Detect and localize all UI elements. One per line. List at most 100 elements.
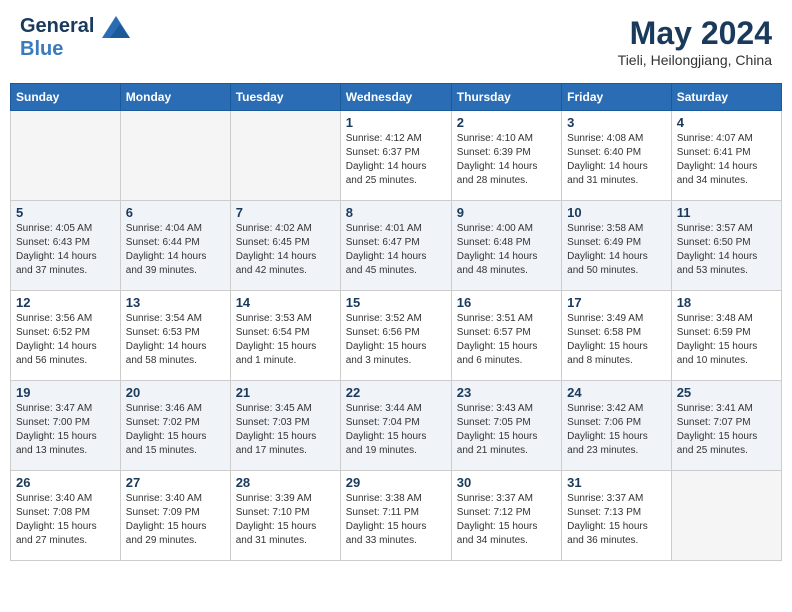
day-number: 10: [567, 205, 666, 220]
day-info: Sunrise: 3:57 AMSunset: 6:50 PMDaylight:…: [677, 222, 776, 278]
day-number: 23: [457, 385, 556, 400]
calendar-week-2: 5Sunrise: 4:05 AMSunset: 6:43 PMDaylight…: [11, 201, 782, 291]
calendar-cell: 4Sunrise: 4:07 AMSunset: 6:41 PMDaylight…: [671, 111, 781, 201]
weekday-header-saturday: Saturday: [671, 84, 781, 111]
day-number: 7: [236, 205, 335, 220]
day-info: Sunrise: 3:51 AMSunset: 6:57 PMDaylight:…: [457, 312, 556, 368]
day-info: Sunrise: 3:52 AMSunset: 6:56 PMDaylight:…: [346, 312, 446, 368]
day-info: Sunrise: 3:41 AMSunset: 7:07 PMDaylight:…: [677, 402, 776, 458]
day-info: Sunrise: 3:40 AMSunset: 7:08 PMDaylight:…: [16, 492, 115, 548]
weekday-header-monday: Monday: [120, 84, 230, 111]
day-info: Sunrise: 3:37 AMSunset: 7:13 PMDaylight:…: [567, 492, 666, 548]
calendar-cell: 6Sunrise: 4:04 AMSunset: 6:44 PMDaylight…: [120, 201, 230, 291]
day-info: Sunrise: 4:10 AMSunset: 6:39 PMDaylight:…: [457, 132, 556, 188]
calendar-cell: 16 Sunrise: 3:51 AMSunset: 6:57 PMDayligh…: [451, 291, 561, 381]
calendar-cell: 11 Sunrise: 3:57 AMSunset: 6:50 PMDayligh…: [671, 201, 781, 291]
day-number: 20: [126, 385, 225, 400]
day-info: Sunrise: 3:42 AMSunset: 7:06 PMDaylight:…: [567, 402, 666, 458]
calendar-week-4: 19 Sunrise: 3:47 AMSunset: 7:00 PMDayligh…: [11, 381, 782, 471]
calendar-cell: 28Sunrise: 3:39 AMSunset: 7:10 PMDayligh…: [230, 471, 340, 561]
calendar-week-1: 1 Sunrise: 4:12 AMSunset: 6:37 PMDaylight…: [11, 111, 782, 201]
logo-blue: Blue: [20, 38, 130, 60]
day-info: Sunrise: 3:44 AMSunset: 7:04 PMDaylight:…: [346, 402, 446, 458]
calendar-cell: 21Sunrise: 3:45 AMSunset: 7:03 PMDayligh…: [230, 381, 340, 471]
day-number: 29: [346, 475, 446, 490]
calendar-cell: 24 Sunrise: 3:42 AMSunset: 7:06 PMDayligh…: [562, 381, 672, 471]
day-number: 12: [16, 295, 115, 310]
day-number: 31: [567, 475, 666, 490]
day-number: 30: [457, 475, 556, 490]
day-number: 19: [16, 385, 115, 400]
day-number: 17: [567, 295, 666, 310]
day-info: Sunrise: 4:07 AMSunset: 6:41 PMDaylight:…: [677, 132, 776, 188]
day-number: 14: [236, 295, 335, 310]
day-info: Sunrise: 3:39 AMSunset: 7:10 PMDaylight:…: [236, 492, 335, 548]
weekday-header-wednesday: Wednesday: [340, 84, 451, 111]
calendar-cell: 27Sunrise: 3:40 AMSunset: 7:09 PMDayligh…: [120, 471, 230, 561]
day-info: Sunrise: 4:00 AMSunset: 6:48 PMDaylight:…: [457, 222, 556, 278]
day-number: 16: [457, 295, 556, 310]
page-header: General Blue May 2024 Tieli, Heilongjian…: [10, 10, 782, 73]
calendar-cell: [11, 111, 121, 201]
logo-icon: [102, 16, 130, 38]
day-number: 2: [457, 115, 556, 130]
calendar-cell: 26 Sunrise: 3:40 AMSunset: 7:08 PMDayligh…: [11, 471, 121, 561]
calendar-week-5: 26 Sunrise: 3:40 AMSunset: 7:08 PMDayligh…: [11, 471, 782, 561]
day-number: 24: [567, 385, 666, 400]
calendar-cell: 22 Sunrise: 3:44 AMSunset: 7:04 PMDayligh…: [340, 381, 451, 471]
title-section: May 2024 Tieli, Heilongjiang, China: [618, 15, 772, 68]
weekday-header-sunday: Sunday: [11, 84, 121, 111]
calendar-cell: 14 Sunrise: 3:53 AMSunset: 6:54 PMDayligh…: [230, 291, 340, 381]
day-info: Sunrise: 3:49 AMSunset: 6:58 PMDaylight:…: [567, 312, 666, 368]
day-number: 18: [677, 295, 776, 310]
calendar-cell: 5Sunrise: 4:05 AMSunset: 6:43 PMDaylight…: [11, 201, 121, 291]
calendar-cell: 30 Sunrise: 3:37 AMSunset: 7:12 PMDayligh…: [451, 471, 561, 561]
calendar-cell: [671, 471, 781, 561]
weekday-header-row: SundayMondayTuesdayWednesdayThursdayFrid…: [11, 84, 782, 111]
day-info: Sunrise: 3:47 AMSunset: 7:00 PMDaylight:…: [16, 402, 115, 458]
weekday-header-friday: Friday: [562, 84, 672, 111]
calendar-cell: 12 Sunrise: 3:56 AMSunset: 6:52 PMDayligh…: [11, 291, 121, 381]
calendar-week-3: 12 Sunrise: 3:56 AMSunset: 6:52 PMDayligh…: [11, 291, 782, 381]
month-title: May 2024: [618, 15, 772, 52]
calendar-cell: 13Sunrise: 3:54 AMSunset: 6:53 PMDayligh…: [120, 291, 230, 381]
day-info: Sunrise: 4:02 AMSunset: 6:45 PMDaylight:…: [236, 222, 335, 278]
calendar-cell: 2 Sunrise: 4:10 AMSunset: 6:39 PMDaylight…: [451, 111, 561, 201]
day-number: 27: [126, 475, 225, 490]
day-info: Sunrise: 4:01 AMSunset: 6:47 PMDaylight:…: [346, 222, 446, 278]
day-info: Sunrise: 3:38 AMSunset: 7:11 PMDaylight:…: [346, 492, 446, 548]
day-info: Sunrise: 3:48 AMSunset: 6:59 PMDaylight:…: [677, 312, 776, 368]
day-number: 26: [16, 475, 115, 490]
calendar-cell: 9Sunrise: 4:00 AMSunset: 6:48 PMDaylight…: [451, 201, 561, 291]
day-info: Sunrise: 4:08 AMSunset: 6:40 PMDaylight:…: [567, 132, 666, 188]
calendar-cell: 3Sunrise: 4:08 AMSunset: 6:40 PMDaylight…: [562, 111, 672, 201]
day-number: 22: [346, 385, 446, 400]
calendar-cell: 29 Sunrise: 3:38 AMSunset: 7:11 PMDayligh…: [340, 471, 451, 561]
calendar-cell: 10Sunrise: 3:58 AMSunset: 6:49 PMDayligh…: [562, 201, 672, 291]
day-number: 15: [346, 295, 446, 310]
day-info: Sunrise: 3:37 AMSunset: 7:12 PMDaylight:…: [457, 492, 556, 548]
day-number: 6: [126, 205, 225, 220]
day-number: 5: [16, 205, 115, 220]
calendar-table: SundayMondayTuesdayWednesdayThursdayFrid…: [10, 83, 782, 561]
location: Tieli, Heilongjiang, China: [618, 52, 772, 68]
day-number: 8: [346, 205, 446, 220]
day-info: Sunrise: 3:54 AMSunset: 6:53 PMDaylight:…: [126, 312, 225, 368]
weekday-header-thursday: Thursday: [451, 84, 561, 111]
day-number: 1: [346, 115, 446, 130]
day-info: Sunrise: 3:53 AMSunset: 6:54 PMDaylight:…: [236, 312, 335, 368]
calendar-cell: 31 Sunrise: 3:37 AMSunset: 7:13 PMDayligh…: [562, 471, 672, 561]
calendar-cell: 25Sunrise: 3:41 AMSunset: 7:07 PMDayligh…: [671, 381, 781, 471]
calendar-cell: [230, 111, 340, 201]
day-info: Sunrise: 4:12 AMSunset: 6:37 PMDaylight:…: [346, 132, 446, 188]
calendar-cell: 7 Sunrise: 4:02 AMSunset: 6:45 PMDaylight…: [230, 201, 340, 291]
day-number: 11: [677, 205, 776, 220]
calendar-cell: 17 Sunrise: 3:49 AMSunset: 6:58 PMDayligh…: [562, 291, 672, 381]
day-info: Sunrise: 3:56 AMSunset: 6:52 PMDaylight:…: [16, 312, 115, 368]
day-info: Sunrise: 3:43 AMSunset: 7:05 PMDaylight:…: [457, 402, 556, 458]
calendar-cell: [120, 111, 230, 201]
calendar-cell: 18 Sunrise: 3:48 AMSunset: 6:59 PMDayligh…: [671, 291, 781, 381]
calendar-cell: 20Sunrise: 3:46 AMSunset: 7:02 PMDayligh…: [120, 381, 230, 471]
calendar-cell: 8 Sunrise: 4:01 AMSunset: 6:47 PMDaylight…: [340, 201, 451, 291]
logo-text: General: [20, 15, 130, 38]
